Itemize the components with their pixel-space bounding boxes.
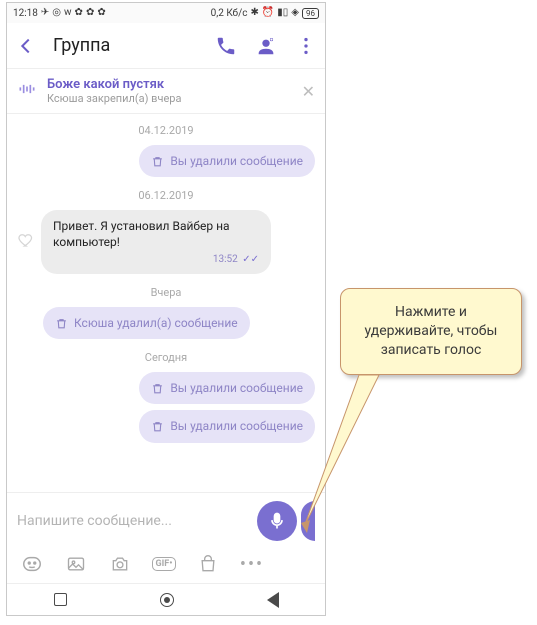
gif-button[interactable]: GIF• bbox=[153, 553, 175, 575]
gif-label: GIF• bbox=[152, 557, 177, 571]
pinned-title: Боже какой пустяк bbox=[47, 77, 292, 92]
deleted-text: Вы удалили сообщение bbox=[170, 418, 303, 434]
voice-record-button[interactable] bbox=[257, 501, 297, 541]
battery-level: 96 bbox=[302, 8, 319, 19]
chat-scroll[interactable]: 04.12.2019 Вы удалили сообщение 06.12.20… bbox=[7, 114, 325, 492]
alarm-icon: ⏰ bbox=[262, 8, 274, 18]
telegram-icon: ✈ bbox=[41, 8, 49, 18]
chat-header: Группа bbox=[7, 23, 325, 69]
more-tools-button[interactable]: ••• bbox=[241, 553, 263, 575]
whatsapp-icon: ◎ bbox=[52, 8, 61, 18]
message-text: Привет. Я установил Вайбер на компьютер! bbox=[53, 218, 259, 250]
send-button-edge[interactable] bbox=[301, 501, 315, 541]
message-row: Привет. Я установил Вайбер на компьютер!… bbox=[17, 210, 315, 274]
camera-button[interactable] bbox=[109, 553, 131, 575]
recent-apps-button[interactable] bbox=[54, 593, 67, 606]
deleted-message-own[interactable]: Вы удалили сообщение bbox=[139, 410, 315, 442]
tooltip-text: Нажмите и удерживайте, чтобы записать го… bbox=[365, 304, 498, 358]
bluetooth-icon: ✱ bbox=[250, 8, 258, 18]
back-nav-button[interactable] bbox=[267, 592, 279, 608]
pinned-message[interactable]: Боже какой пустяк Ксюша закрепил(а) вчер… bbox=[7, 69, 325, 114]
read-check-icon: ✓✓ bbox=[242, 254, 259, 265]
date-separator: 04.12.2019 bbox=[17, 118, 315, 139]
attachment-toolbar: GIF• ••• bbox=[7, 549, 325, 583]
input-area: Напишите сообщение... GIF• ••• bbox=[7, 492, 325, 583]
message-row: Вы удалили сообщение bbox=[17, 372, 315, 404]
message-row: Вы удалили сообщение bbox=[17, 145, 315, 177]
trash-icon bbox=[151, 155, 164, 168]
tooltip-callout: Нажмите и удерживайте, чтобы записать го… bbox=[340, 288, 522, 375]
message-meta: 13:52 ✓✓ bbox=[53, 253, 259, 267]
microphone-icon bbox=[267, 511, 287, 531]
deleted-message-own[interactable]: Вы удалили сообщение bbox=[139, 372, 315, 404]
wifi-icon: ◈ bbox=[291, 8, 299, 18]
status-left: 12:18 ✈ ◎ w ✿ ✿ ✿ bbox=[13, 8, 106, 19]
android-navbar bbox=[7, 583, 325, 615]
back-button[interactable] bbox=[13, 33, 39, 59]
status-bar: 12:18 ✈ ◎ w ✿ ✿ ✿ 0,2 Кб/с ✱ ⏰ ▮▯ ◈ 96 bbox=[7, 3, 325, 23]
audio-wave-icon bbox=[17, 79, 37, 103]
vk-icon: w bbox=[64, 8, 72, 18]
like-button[interactable] bbox=[17, 231, 35, 253]
incoming-message[interactable]: Привет. Я установил Вайбер на компьютер!… bbox=[41, 210, 271, 274]
deleted-text: Вы удалили сообщение bbox=[170, 380, 303, 396]
status-time: 12:18 bbox=[13, 8, 38, 19]
message-input[interactable]: Напишите сообщение... bbox=[17, 513, 257, 529]
add-member-button[interactable] bbox=[253, 33, 279, 59]
status-speed: 0,2 Кб/с bbox=[211, 8, 248, 19]
date-separator: Сегодня bbox=[17, 345, 315, 366]
more-icon: ✿ bbox=[97, 8, 105, 18]
call-button[interactable] bbox=[213, 33, 239, 59]
status-right: 0,2 Кб/с ✱ ⏰ ▮▯ ◈ 96 bbox=[211, 8, 319, 19]
message-time: 13:52 bbox=[213, 254, 238, 265]
date-separator: Вчера bbox=[17, 280, 315, 301]
shop-button[interactable] bbox=[197, 553, 219, 575]
chat-title[interactable]: Группа bbox=[53, 35, 199, 56]
sticker-button[interactable] bbox=[21, 553, 43, 575]
deleted-message-other[interactable]: Ксюша удалил(а) сообщение bbox=[43, 307, 250, 339]
gallery-button[interactable] bbox=[65, 553, 87, 575]
settings-icon: ✿ bbox=[75, 8, 83, 18]
message-row: Ксюша удалил(а) сообщение bbox=[17, 307, 315, 339]
pinned-subtitle: Ксюша закрепил(а) вчера bbox=[47, 92, 292, 105]
signal-icon: ▮▯ bbox=[277, 8, 288, 18]
deleted-message-own[interactable]: Вы удалили сообщение bbox=[139, 145, 315, 177]
deleted-text: Ксюша удалил(а) сообщение bbox=[74, 315, 238, 331]
home-button[interactable] bbox=[160, 593, 174, 607]
date-separator: 06.12.2019 bbox=[17, 183, 315, 204]
trash-icon bbox=[151, 420, 164, 433]
trash-icon bbox=[55, 317, 68, 330]
message-row: Вы удалили сообщение bbox=[17, 410, 315, 442]
input-row: Напишите сообщение... bbox=[7, 493, 325, 549]
close-pinned-button[interactable]: ✕ bbox=[302, 82, 315, 101]
trash-icon bbox=[151, 382, 164, 395]
pinned-body: Боже какой пустяк Ксюша закрепил(а) вчер… bbox=[47, 77, 292, 105]
deleted-text: Вы удалили сообщение bbox=[170, 153, 303, 169]
phone-frame: 12:18 ✈ ◎ w ✿ ✿ ✿ 0,2 Кб/с ✱ ⏰ ▮▯ ◈ 96 Г… bbox=[6, 2, 326, 616]
menu-button[interactable] bbox=[293, 33, 319, 59]
sync-icon: ✿ bbox=[86, 8, 94, 18]
